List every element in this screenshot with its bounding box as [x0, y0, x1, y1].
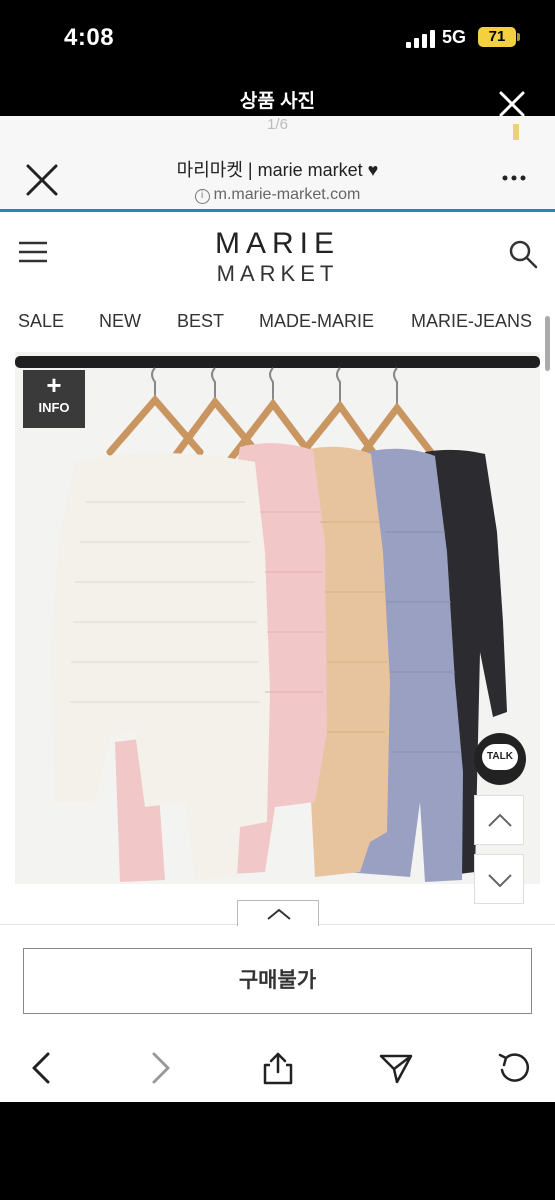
more-icon[interactable]: [500, 166, 528, 190]
signal-icon: [406, 30, 435, 48]
nav-item-best[interactable]: BEST: [177, 311, 224, 332]
status-time: 4:08: [64, 24, 115, 51]
scrollbar[interactable]: [545, 316, 550, 371]
talk-label: TALK: [482, 744, 518, 770]
collapse-tab[interactable]: [237, 900, 319, 926]
network-type: 5G: [442, 27, 467, 47]
logo-bottom: MARKET: [216, 261, 339, 286]
product-image: [15, 352, 540, 884]
chevron-down-icon: [488, 874, 512, 888]
search-icon[interactable]: [508, 239, 538, 269]
battery-tip: [517, 33, 520, 41]
nav-item-marie-jeans[interactable]: MARIE-JEANS: [411, 311, 532, 332]
scroll-up-button[interactable]: [474, 795, 524, 845]
browser-page-title: 마리마켓 | marie market ♥: [176, 160, 379, 180]
purchase-button[interactable]: 구매불가: [23, 948, 532, 1014]
info-button[interactable]: + INFO: [23, 370, 85, 428]
share-icon[interactable]: [260, 1050, 296, 1086]
logo-top: MARIE: [214, 227, 340, 260]
site-header: MARIE MARKET: [0, 215, 555, 307]
viewer-header: 상품 사진: [0, 80, 555, 117]
browser-url-text: m.marie-market.com: [213, 186, 361, 203]
refresh-icon[interactable]: [496, 1050, 532, 1086]
viewer-title: 상품 사진: [239, 91, 316, 112]
battery-icon: 71: [478, 27, 516, 47]
plus-icon: +: [46, 370, 62, 400]
info-label: INFO: [38, 400, 70, 415]
send-icon[interactable]: [378, 1050, 414, 1086]
back-icon[interactable]: [24, 1050, 60, 1086]
nav-item-new[interactable]: NEW: [99, 311, 141, 332]
photo-counter: 1/6: [267, 116, 288, 133]
status-bar: 4:08 5G 71: [0, 0, 555, 80]
forward-icon[interactable]: [142, 1050, 178, 1086]
browser-url[interactable]: i m.marie-market.com: [0, 186, 555, 204]
browser-toolbar: [0, 1034, 555, 1102]
chevron-up-icon: [267, 908, 291, 920]
nav-item-made-marie[interactable]: MADE-MARIE: [259, 311, 374, 332]
nav-item-sale[interactable]: SALE: [18, 311, 64, 332]
info-circle-icon: i: [194, 189, 210, 204]
scroll-down-button[interactable]: [474, 854, 524, 904]
bottom-bar: [0, 1102, 555, 1200]
sweaters-illustration: [15, 352, 540, 884]
chevron-up-icon: [488, 813, 512, 827]
talk-button[interactable]: TALK: [474, 733, 526, 785]
category-nav: SALE NEW BEST MADE-MARIE MARIE-JEANS: [0, 307, 555, 347]
product-photo: 마리마켓 | marie market ♥ i m.marie-market.co…: [0, 116, 555, 1102]
